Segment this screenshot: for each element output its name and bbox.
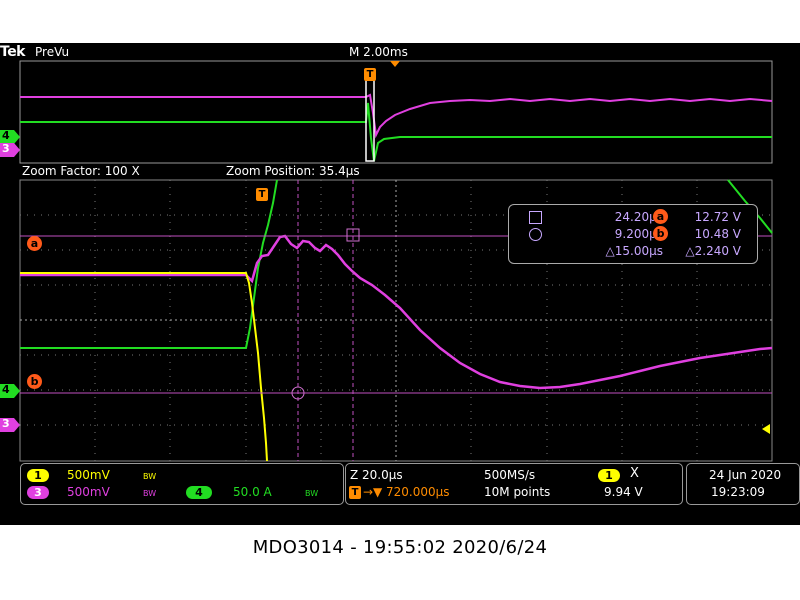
zoom-position-label: Zoom Position: 35.4µs xyxy=(226,164,360,178)
waveform-canvas xyxy=(0,60,773,462)
channel-settings-panel[interactable]: 1 500mV BW 3 500mV BW 4 50.0 A BW xyxy=(20,463,344,505)
ch4-marker-label: 4 xyxy=(2,383,10,396)
cursor-2-time: 9.200µs xyxy=(614,227,663,241)
ch3-badge[interactable]: 3 xyxy=(27,486,49,499)
trigger-position-icon: T xyxy=(349,486,361,499)
ch4-badge[interactable]: 4 xyxy=(186,486,212,499)
ch1-badge[interactable]: 1 xyxy=(27,469,49,482)
cursor-b-value: 10.48 V xyxy=(694,227,741,241)
cursor-2-circle-icon xyxy=(529,228,542,241)
datetime-panel: 24 Jun 2020 19:23:09 xyxy=(686,463,800,505)
zoom-ch4-trace xyxy=(20,179,278,349)
trigger-slope-icon[interactable]: Ⅹ xyxy=(630,467,639,481)
delta-value: △2.240 V xyxy=(685,244,741,258)
overview-window xyxy=(19,60,773,164)
zoom-ch1-trace xyxy=(20,272,268,462)
trigger-level[interactable]: 9.94 V xyxy=(604,485,643,499)
overview-ch4-trace xyxy=(20,102,772,162)
cursor-b-marker: b xyxy=(27,374,42,389)
cursor-b-readout-icon: b xyxy=(653,226,668,241)
sample-rate: 500MS/s xyxy=(484,468,536,482)
screenshot-caption: MDO3014 - 19:55:02 2020/6/24 xyxy=(252,537,548,558)
overview-ch3-trace xyxy=(20,93,773,139)
trigger-arrow-icon: →▼ xyxy=(363,485,383,499)
trigger-position-marker xyxy=(390,61,400,67)
time-label: 19:23:09 xyxy=(711,485,765,499)
cursor-1-time: 24.20µs xyxy=(614,210,663,224)
oscilloscope-display: Tek PreVu M 2.00ms 4 3 4 3 T T a b Zoom … xyxy=(0,43,800,525)
ch4-bandwidth-limit: BW xyxy=(305,489,319,498)
timebase-trigger-panel[interactable]: Z 20.0µs 500MS/s T →▼ 720.000µs 10M poin… xyxy=(345,463,683,505)
delta-time: △15.00µs xyxy=(605,244,663,258)
overview-trigger-marker: T xyxy=(364,68,376,81)
ch3-bandwidth-limit: BW xyxy=(143,489,157,498)
cursor-a-value: 12.72 V xyxy=(694,210,741,224)
cursor-1-square-icon xyxy=(529,211,542,224)
trigger-level-marker xyxy=(762,424,770,434)
ch3-scale[interactable]: 500mV xyxy=(67,485,110,499)
date-label: 24 Jun 2020 xyxy=(709,468,782,482)
ch1-bandwidth-limit: BW xyxy=(143,472,157,481)
record-length: 10M points xyxy=(484,485,551,499)
ch3-marker-label: 3 xyxy=(2,417,10,430)
trigger-source-badge[interactable]: 1 xyxy=(598,469,620,482)
cursor-readout-panel: 24.20µs a 12.72 V 9.200µs b 10.48 V △15.… xyxy=(508,204,758,264)
ch4-scale[interactable]: 50.0 A xyxy=(233,485,272,499)
zoom-trigger-marker: T xyxy=(256,188,268,201)
cursor-a-marker: a xyxy=(27,236,42,251)
zoom-timebase[interactable]: Z 20.0µs xyxy=(350,468,403,482)
zoom-factor-label: Zoom Factor: 100 X xyxy=(22,164,140,178)
cursor-a-readout-icon: a xyxy=(653,209,668,224)
trigger-position[interactable]: 720.000µs xyxy=(386,485,450,499)
ch3-marker-label-overview: 3 xyxy=(2,142,10,155)
ch1-scale[interactable]: 500mV xyxy=(67,468,110,482)
ch4-marker-label-overview: 4 xyxy=(2,129,10,142)
